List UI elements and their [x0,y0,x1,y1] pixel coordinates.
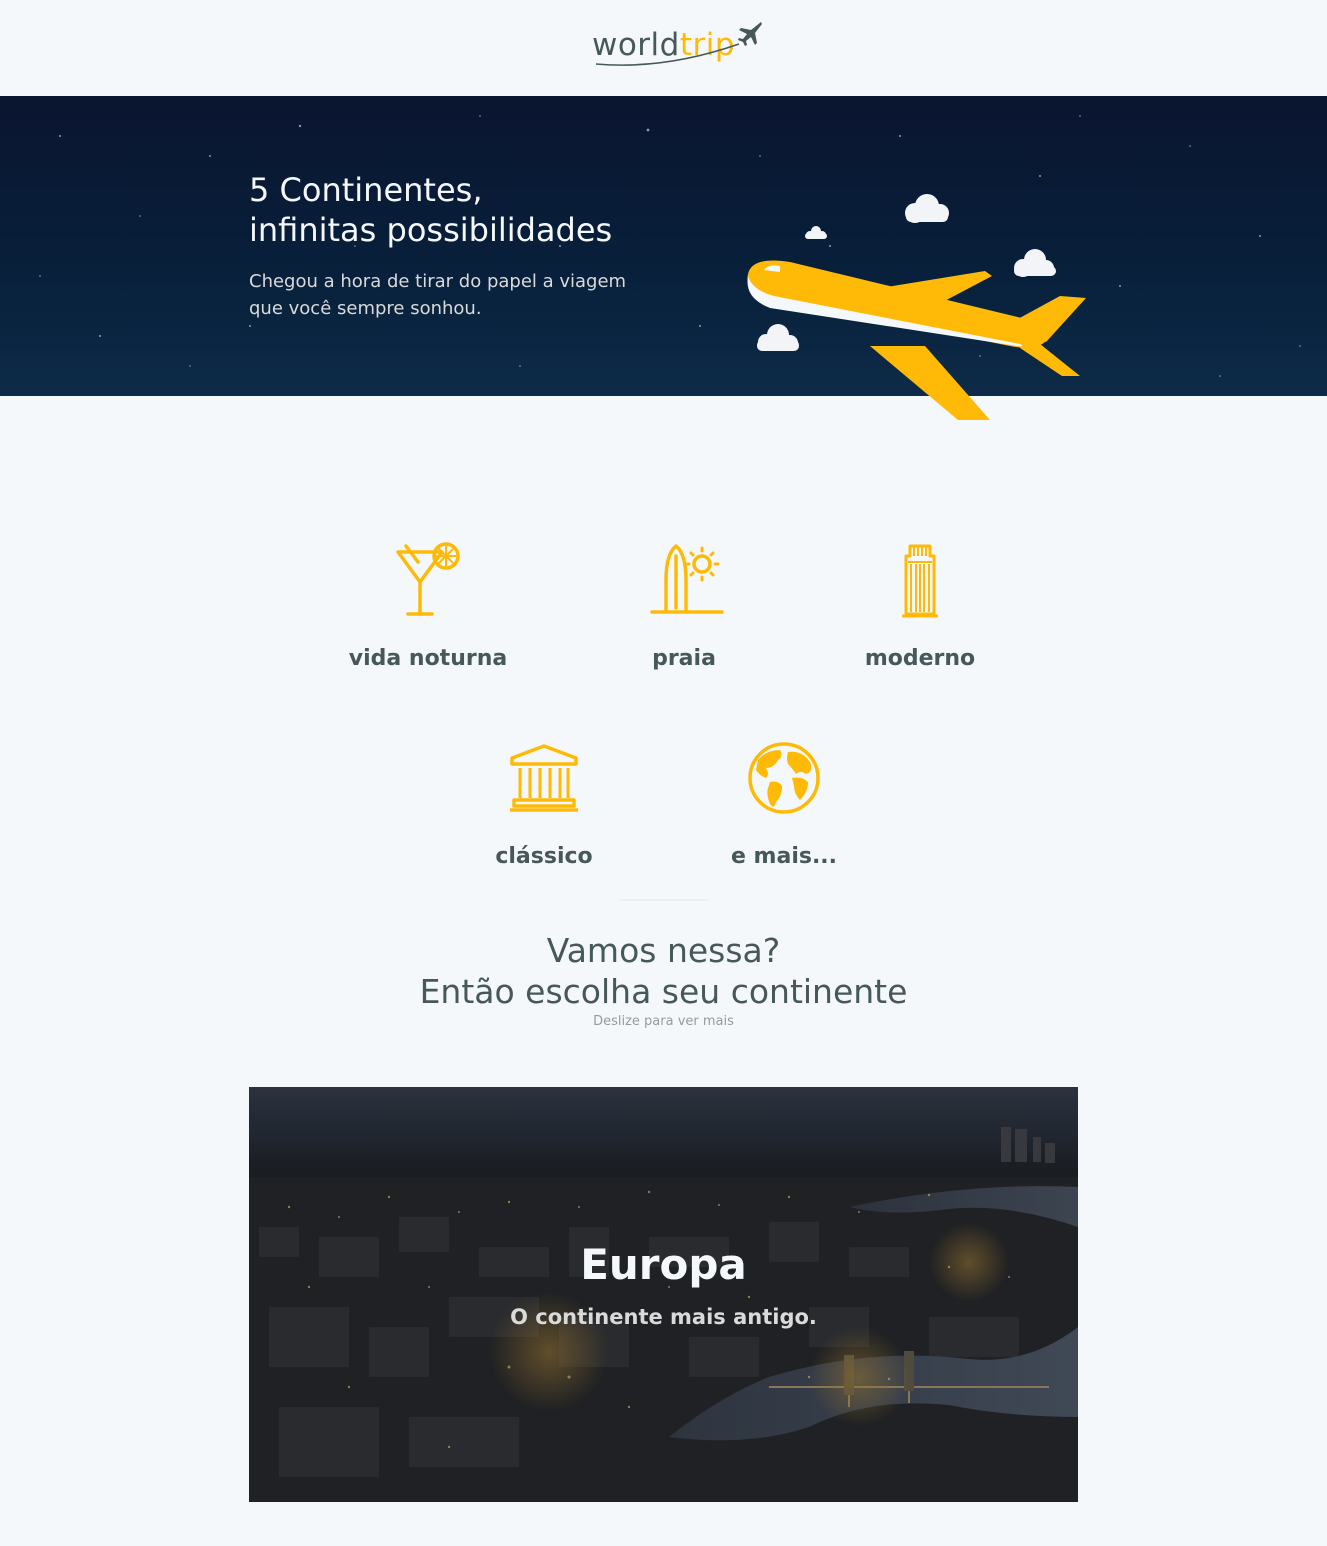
slide-caption: Europa O continente mais antigo. [249,1087,1078,1502]
logo-swoosh [595,43,740,66]
banner-title: 5 Continentes, infinitas possibilidades [249,170,612,250]
hero-banner: 5 Continentes, infinitas possibilidades … [0,96,1327,420]
continent-cta: Vamos nessa? Então escolha seu continent… [0,930,1327,1029]
travel-type-praia[interactable]: praia [584,540,784,671]
cloud-icon [805,226,827,239]
banner-subtitle: Chegou a hora de tirar do papel a viagem… [249,268,669,322]
swipe-hint: Deslize para ver mais [593,1014,734,1029]
site-header: world trip [0,0,1327,96]
travel-type-label: vida noturna [348,646,508,671]
slide-subtitle: O continente mais antigo. [510,1305,817,1329]
airplane-icon [738,22,763,46]
banner-subtitle-line1: Chegou a hora de tirar do papel a viagem [249,271,627,292]
travel-type-label: e mais... [730,844,838,869]
surfboard-sun-icon [650,544,724,614]
cta-line1: Vamos nessa? [546,931,781,970]
travel-type-label: moderno [864,646,976,671]
skyscraper-icon [902,544,938,618]
travel-type-vida-noturna[interactable]: vida noturna [328,540,528,671]
cloud-icon [757,324,799,351]
travel-type-label: clássico [495,844,593,869]
travel-type-classico[interactable]: clássico [444,738,644,869]
globe-icon [748,742,820,814]
temple-icon [510,744,578,812]
continent-slider[interactable]: Europa O continente mais antigo. [249,1087,1078,1502]
banner-subtitle-line2: que você sempre sonhou. [249,298,482,319]
travel-type-label: praia [652,646,716,671]
section-divider [619,899,709,901]
travel-type-e-mais[interactable]: e mais... [684,738,884,869]
cta-line2: Então escolha seu continente [419,972,908,1011]
cloud-icon [905,194,949,223]
slide-title[interactable]: Europa [580,1240,747,1289]
cocktail-icon [396,542,460,616]
starfield [39,115,1301,377]
worldtrip-logo[interactable]: world trip [592,22,763,73]
cloud-icon [1014,249,1056,277]
banner-title-line2: infinitas possibilidades [249,211,613,249]
banner-title-line1: 5 Continentes, [249,171,483,209]
travel-type-moderno[interactable]: moderno [820,540,1020,671]
airplane-illustration [747,194,1086,420]
